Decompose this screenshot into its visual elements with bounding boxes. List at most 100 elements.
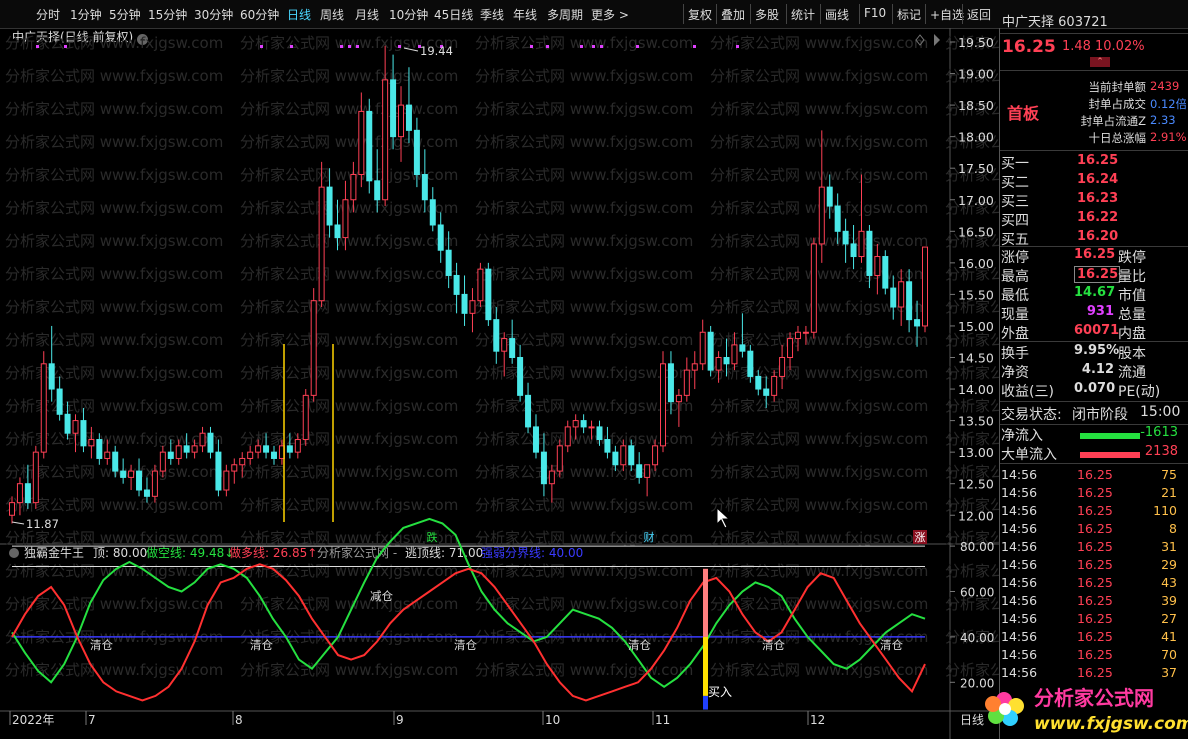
candle-body: [842, 230, 849, 245]
divider: [1000, 401, 1188, 402]
watermark-text: 分析家公式网 www.fxjgsw.com: [710, 463, 928, 481]
bid-label: 买一: [1001, 156, 1029, 172]
ind-tick-label: 40.00: [960, 631, 994, 645]
tick-volume: 31: [1161, 539, 1177, 554]
candle-body: [691, 363, 698, 371]
toolbar-button[interactable]: 统计: [791, 6, 815, 23]
period-tab[interactable]: 日线: [287, 6, 311, 23]
tick-volume: 41: [1161, 629, 1177, 644]
candle-body: [723, 357, 730, 365]
period-tab[interactable]: 30分钟: [194, 6, 233, 23]
tick-volume: 110: [1153, 503, 1177, 518]
watermark-text: 分析家公式网 www.fxjgsw.com: [945, 364, 1000, 382]
watermark-text: 分析家公式网 www.fxjgsw.com: [475, 496, 693, 514]
tick-volume: 43: [1161, 575, 1177, 590]
tick-price: 16.25: [1077, 521, 1113, 536]
period-tab[interactable]: 年线: [513, 6, 537, 23]
stat-value: 931: [1086, 304, 1114, 319]
candle-body: [183, 445, 190, 453]
watermark-text: 分析家公式网 www.fxjgsw.com: [5, 364, 223, 382]
chart-area: 中广天择(日线,前复权) ⌄ 分析家公式网 www.fxjgsw.com 分析家公…: [0, 28, 1000, 739]
toolbar-button[interactable]: 返回: [967, 6, 991, 23]
candle-body: [588, 426, 595, 429]
magenta-dot: [693, 45, 696, 48]
toolbar-button[interactable]: 叠加: [721, 6, 745, 23]
period-tab[interactable]: 1分钟: [70, 6, 102, 23]
watermark-text: 分析家公式网 www.fxjgsw.com: [5, 397, 223, 415]
watermark-text: 分析家公式网 www.fxjgsw.com: [5, 232, 223, 250]
watermark-text: 分析家公式网 www.fxjgsw.com: [710, 595, 928, 613]
toolbar-button[interactable]: 多股: [755, 6, 779, 23]
candle-body: [477, 268, 484, 302]
high-label: 19.44: [420, 44, 453, 58]
toolbar-button[interactable]: 复权: [688, 6, 712, 23]
watermark-text: 分析家公式网 www.fxjgsw.com: [710, 364, 928, 382]
watermark-text: 分析家公式网 www.fxjgsw.com: [240, 562, 458, 580]
period-tab[interactable]: 月线: [355, 6, 379, 23]
chevron-down-icon: [9, 548, 19, 558]
tick-price: 16.25: [1077, 485, 1113, 500]
period-tab[interactable]: 周线: [320, 6, 344, 23]
candle-body: [136, 470, 143, 491]
period-tab[interactable]: 15分钟: [148, 6, 187, 23]
period-tab[interactable]: 分时: [36, 6, 60, 23]
watermark-text: 分析家公式网 www.fxjgsw.com: [710, 133, 928, 151]
period-tab[interactable]: 45日线: [434, 6, 473, 23]
candle-body: [398, 104, 405, 138]
watermark-text: 分析家公式网 www.fxjgsw.com: [5, 430, 223, 448]
toolbar-button[interactable]: +自选: [930, 6, 964, 23]
candle-body: [358, 110, 365, 176]
logo-text: 分析家公式网: [1034, 686, 1154, 710]
toolbar-button[interactable]: F10: [864, 6, 886, 20]
period-tab[interactable]: 更多 >: [591, 6, 629, 23]
candle-body: [318, 186, 325, 302]
stat2-value: 4.12: [1081, 362, 1114, 377]
chevron-up-icon[interactable]: ⌃: [1090, 57, 1110, 67]
seal-label: 十日总涨幅: [1088, 131, 1147, 145]
candle-body: [294, 439, 301, 453]
candle-body: [9, 502, 15, 516]
watermark-text: 分析家公式网 www.fxjgsw.com: [5, 199, 223, 217]
price-tick-label: 18.00: [958, 130, 994, 145]
period-tab[interactable]: 5分钟: [109, 6, 141, 23]
candle-body: [739, 344, 746, 352]
period-tab[interactable]: 10分钟: [389, 6, 428, 23]
candle-body: [159, 451, 166, 472]
tick-volume: 29: [1161, 557, 1177, 572]
stock-code: 603721: [1058, 15, 1108, 30]
candle-body: [779, 357, 786, 377]
price-tick-label: 19.00: [958, 67, 994, 82]
candle-body: [898, 281, 905, 308]
magenta-dot: [600, 45, 603, 48]
candle-body: [548, 470, 555, 485]
price-tick-label: 12.00: [958, 508, 994, 523]
toolbar-button[interactable]: 画线: [825, 6, 849, 23]
candle-body: [707, 331, 714, 371]
stat-label-2: 内盘: [1118, 326, 1146, 342]
period-tab[interactable]: 多周期: [547, 6, 583, 23]
period-tab[interactable]: 季线: [480, 6, 504, 23]
toolbar-button[interactable]: 标记: [897, 6, 921, 23]
tick-time: 14:56: [1001, 467, 1038, 482]
candle-body: [263, 445, 270, 453]
low-arrow: [11, 521, 25, 525]
candle-body: [120, 470, 127, 478]
tick-row: 14:56 16.25 8: [1001, 521, 1177, 537]
tick-row: 14:56 16.25 110: [1001, 503, 1177, 519]
candlestick-chart[interactable]: 分析家公式网 www.fxjgsw.com 分析家公式网 www.fxjgsw.c…: [0, 28, 1000, 739]
candle-body: [255, 445, 262, 453]
magenta-dot: [530, 45, 533, 48]
tick-row: 14:56 16.25 70: [1001, 647, 1177, 663]
watermark-text: 分析家公式网 www.fxjgsw.com: [240, 463, 458, 481]
stat-value: 16.25: [1074, 247, 1116, 262]
period-tab[interactable]: 60分钟: [240, 6, 279, 23]
watermark-text: 分析家公式网 www.fxjgsw.com: [710, 496, 928, 514]
watermark-text: 分析家公式网 www.fxjgsw.com: [710, 100, 928, 118]
flow-value: -1613: [1140, 425, 1178, 440]
candle-body: [445, 249, 452, 276]
trade-status-value: 闭市阶段: [1072, 407, 1128, 423]
watermark-text: 分析家公式网 www.fxjgsw.com: [475, 34, 693, 52]
stat2-label: 收益(三): [1001, 384, 1054, 400]
watermark-text: 分析家公式网 www.fxjgsw.com: [5, 133, 223, 151]
watermark-text: 分析家公式网 www.fxjgsw.com: [240, 661, 458, 679]
